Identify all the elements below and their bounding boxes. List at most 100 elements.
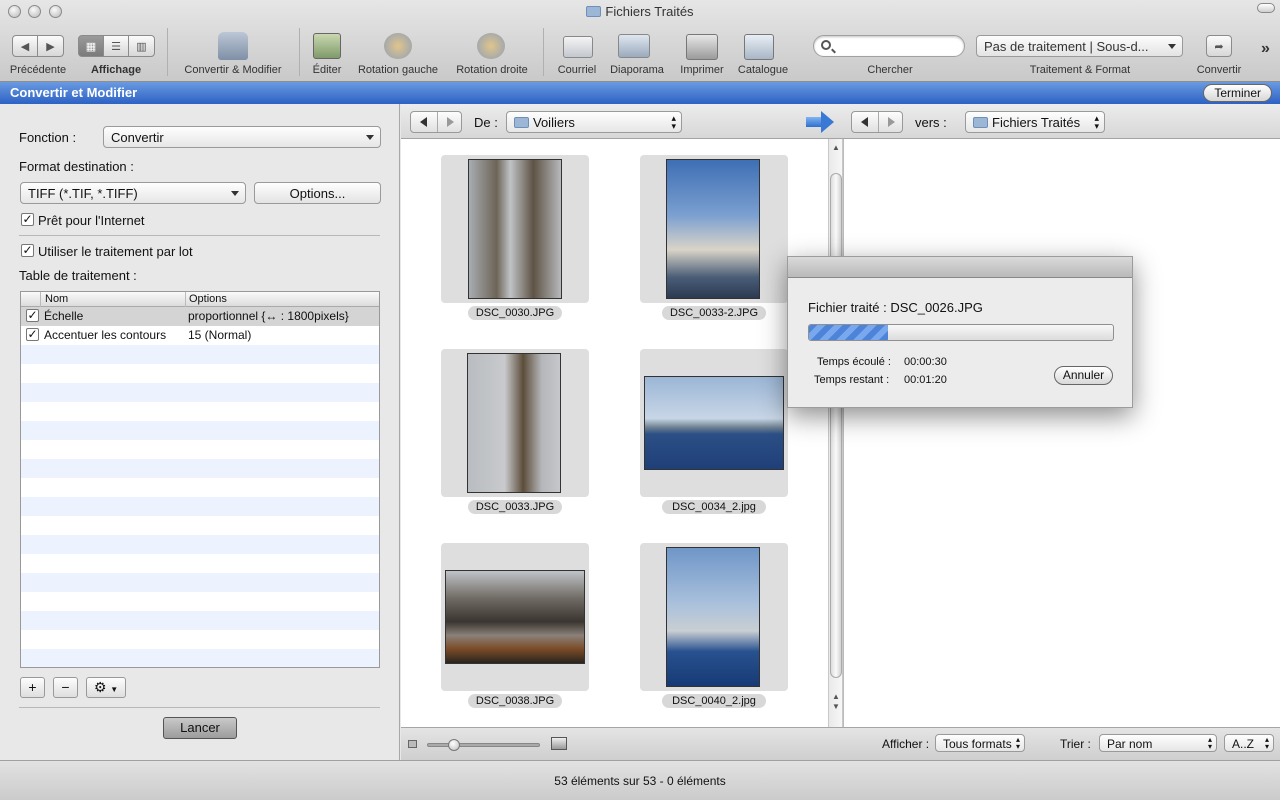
toolbar-divider xyxy=(543,28,544,76)
catalog-icon[interactable] xyxy=(744,34,774,60)
search-icon xyxy=(821,40,831,50)
toolbar-overflow-button[interactable]: » xyxy=(1261,40,1270,58)
function-select[interactable]: Convertir xyxy=(103,126,381,148)
toolbar-toggle-button[interactable] xyxy=(1257,3,1275,13)
sort-label: Trier : xyxy=(1060,737,1091,751)
source-nav-buttons xyxy=(410,111,462,133)
empty-row xyxy=(21,554,379,573)
thumbnail-cell[interactable] xyxy=(441,349,589,497)
empty-row xyxy=(21,573,379,592)
dest-back-button[interactable] xyxy=(852,112,877,132)
empty-row xyxy=(21,364,379,383)
small-thumbnail-icon[interactable] xyxy=(408,740,417,748)
options-button[interactable]: Options... xyxy=(254,182,381,204)
chevron-left-icon xyxy=(420,117,427,127)
chevron-right-icon xyxy=(888,117,895,127)
convert-label: Convertir xyxy=(1196,64,1242,76)
photo-thumbnail xyxy=(445,570,585,664)
zoom-slider[interactable] xyxy=(427,739,540,751)
window-title: Fichiers Traités xyxy=(0,4,1280,19)
thumbnail-cell[interactable] xyxy=(640,349,788,497)
source-back-button[interactable] xyxy=(411,112,436,132)
internet-checkbox[interactable]: ✓ xyxy=(21,213,34,226)
view-label: Affichage xyxy=(90,64,142,76)
edit-icon[interactable] xyxy=(313,33,341,59)
thumbnail-caption: DSC_0038.JPG xyxy=(468,694,562,708)
show-format-select[interactable]: Tous formats ▴ ▾ xyxy=(935,734,1025,752)
chevron-right-icon xyxy=(447,117,454,127)
done-button[interactable]: Terminer xyxy=(1203,84,1272,102)
batch-checkbox[interactable]: ✓ xyxy=(21,244,34,257)
photo-thumbnail xyxy=(644,376,784,470)
sort-order-select[interactable]: A..Z ▴ ▾ xyxy=(1224,734,1274,752)
row-options: 15 (Normal) xyxy=(188,328,252,342)
gear-menu-button[interactable]: ⚙ ▼ xyxy=(86,677,126,698)
empty-row xyxy=(21,649,379,667)
scroll-down-icon[interactable]: ▼ xyxy=(832,702,840,711)
sort-select[interactable]: Par nom ▴ ▾ xyxy=(1099,734,1217,752)
slideshow-icon[interactable] xyxy=(618,34,650,58)
status-text: 53 éléments sur 53 - 0 éléments xyxy=(554,774,726,788)
processed-file-text: Fichier traité : DSC_0026.JPG xyxy=(808,300,983,315)
thumbnail-cell[interactable] xyxy=(640,155,788,303)
chevron-updown-icon: ▴ ▾ xyxy=(1015,735,1020,751)
large-thumbnail-icon[interactable] xyxy=(551,737,567,750)
copy-to-arrow-icon[interactable] xyxy=(806,111,836,133)
dest-forward-button[interactable] xyxy=(878,112,903,132)
search-field[interactable] xyxy=(813,35,965,57)
empty-row xyxy=(21,421,379,440)
run-button[interactable]: Lancer xyxy=(163,717,237,739)
treatment-select[interactable]: Pas de traitement | Sous-d... xyxy=(976,35,1183,57)
table-row[interactable]: ✓ Accentuer les contours 15 (Normal) xyxy=(21,326,379,345)
rotate-right-icon[interactable] xyxy=(477,33,505,59)
source-navbar: De : Voiliers ▴ ▾ xyxy=(401,104,843,139)
remove-button[interactable]: − xyxy=(53,677,78,698)
thumbnail-cell[interactable] xyxy=(441,543,589,691)
thumbnail-cell[interactable] xyxy=(441,155,589,303)
add-button[interactable]: + xyxy=(20,677,45,698)
format-select[interactable]: TIFF (*.TIF, *.TIFF) xyxy=(20,182,246,204)
row-checkbox[interactable]: ✓ xyxy=(26,328,39,341)
view-filmstrip-button[interactable]: ▥ xyxy=(128,35,155,57)
forward-button[interactable]: ▶ xyxy=(37,35,64,57)
view-list-button[interactable]: ☰ xyxy=(103,35,129,57)
print-icon[interactable] xyxy=(686,34,718,60)
back-label: Précédente xyxy=(9,64,67,76)
back-button[interactable]: ◀ xyxy=(12,35,38,57)
search-input[interactable] xyxy=(836,38,958,54)
column-name-header[interactable]: Nom xyxy=(45,293,68,305)
chevron-left-icon xyxy=(861,117,868,127)
source-forward-button[interactable] xyxy=(437,112,462,132)
photo-thumbnail xyxy=(467,353,561,493)
dest-folder-select[interactable]: Fichiers Traités ▴ ▾ xyxy=(965,111,1105,133)
thumbnail-cell[interactable] xyxy=(640,543,788,691)
edit-label: Éditer xyxy=(312,64,342,76)
view-grid-button[interactable]: ▦ xyxy=(78,35,104,57)
convert-icon[interactable]: ➦ xyxy=(1206,35,1232,57)
folder-icon xyxy=(514,117,529,128)
window-title-text: Fichiers Traités xyxy=(605,4,694,19)
empty-row xyxy=(21,611,379,630)
mail-icon[interactable] xyxy=(563,36,593,58)
scroll-up-icon[interactable]: ▲ xyxy=(832,692,840,701)
treatment-select-value: Pas de traitement | Sous-d... xyxy=(984,39,1149,54)
panel-title: Convertir et Modifier xyxy=(10,85,138,100)
gear-icon: ⚙ xyxy=(93,679,107,695)
empty-row xyxy=(21,345,379,364)
column-options-header[interactable]: Options xyxy=(189,293,227,305)
batch-label: Utiliser le traitement par lot xyxy=(38,244,193,259)
cancel-button[interactable]: Annuler xyxy=(1054,366,1113,385)
thumbnail-caption: DSC_0030.JPG xyxy=(468,306,562,320)
vertical-scrollbar[interactable]: ▲ ▲ ▼ xyxy=(828,139,843,727)
scrollbar-thumb[interactable] xyxy=(830,173,842,678)
convert-modify-icon[interactable] xyxy=(218,32,248,60)
row-checkbox[interactable]: ✓ xyxy=(26,309,39,322)
empty-row xyxy=(21,535,379,554)
table-row[interactable]: ✓ Échelle proportionnel {↔ : 1800pixels} xyxy=(21,307,379,326)
scroll-up-icon[interactable]: ▲ xyxy=(832,143,840,152)
browser-bottom-bar: Afficher : Tous formats ▴ ▾ Trier : Par no… xyxy=(401,727,1280,760)
photo-thumbnail xyxy=(468,159,562,299)
rotate-left-icon[interactable] xyxy=(384,33,412,59)
zoom-slider-knob[interactable] xyxy=(447,739,460,751)
source-folder-select[interactable]: Voiliers ▴ ▾ xyxy=(506,111,682,133)
